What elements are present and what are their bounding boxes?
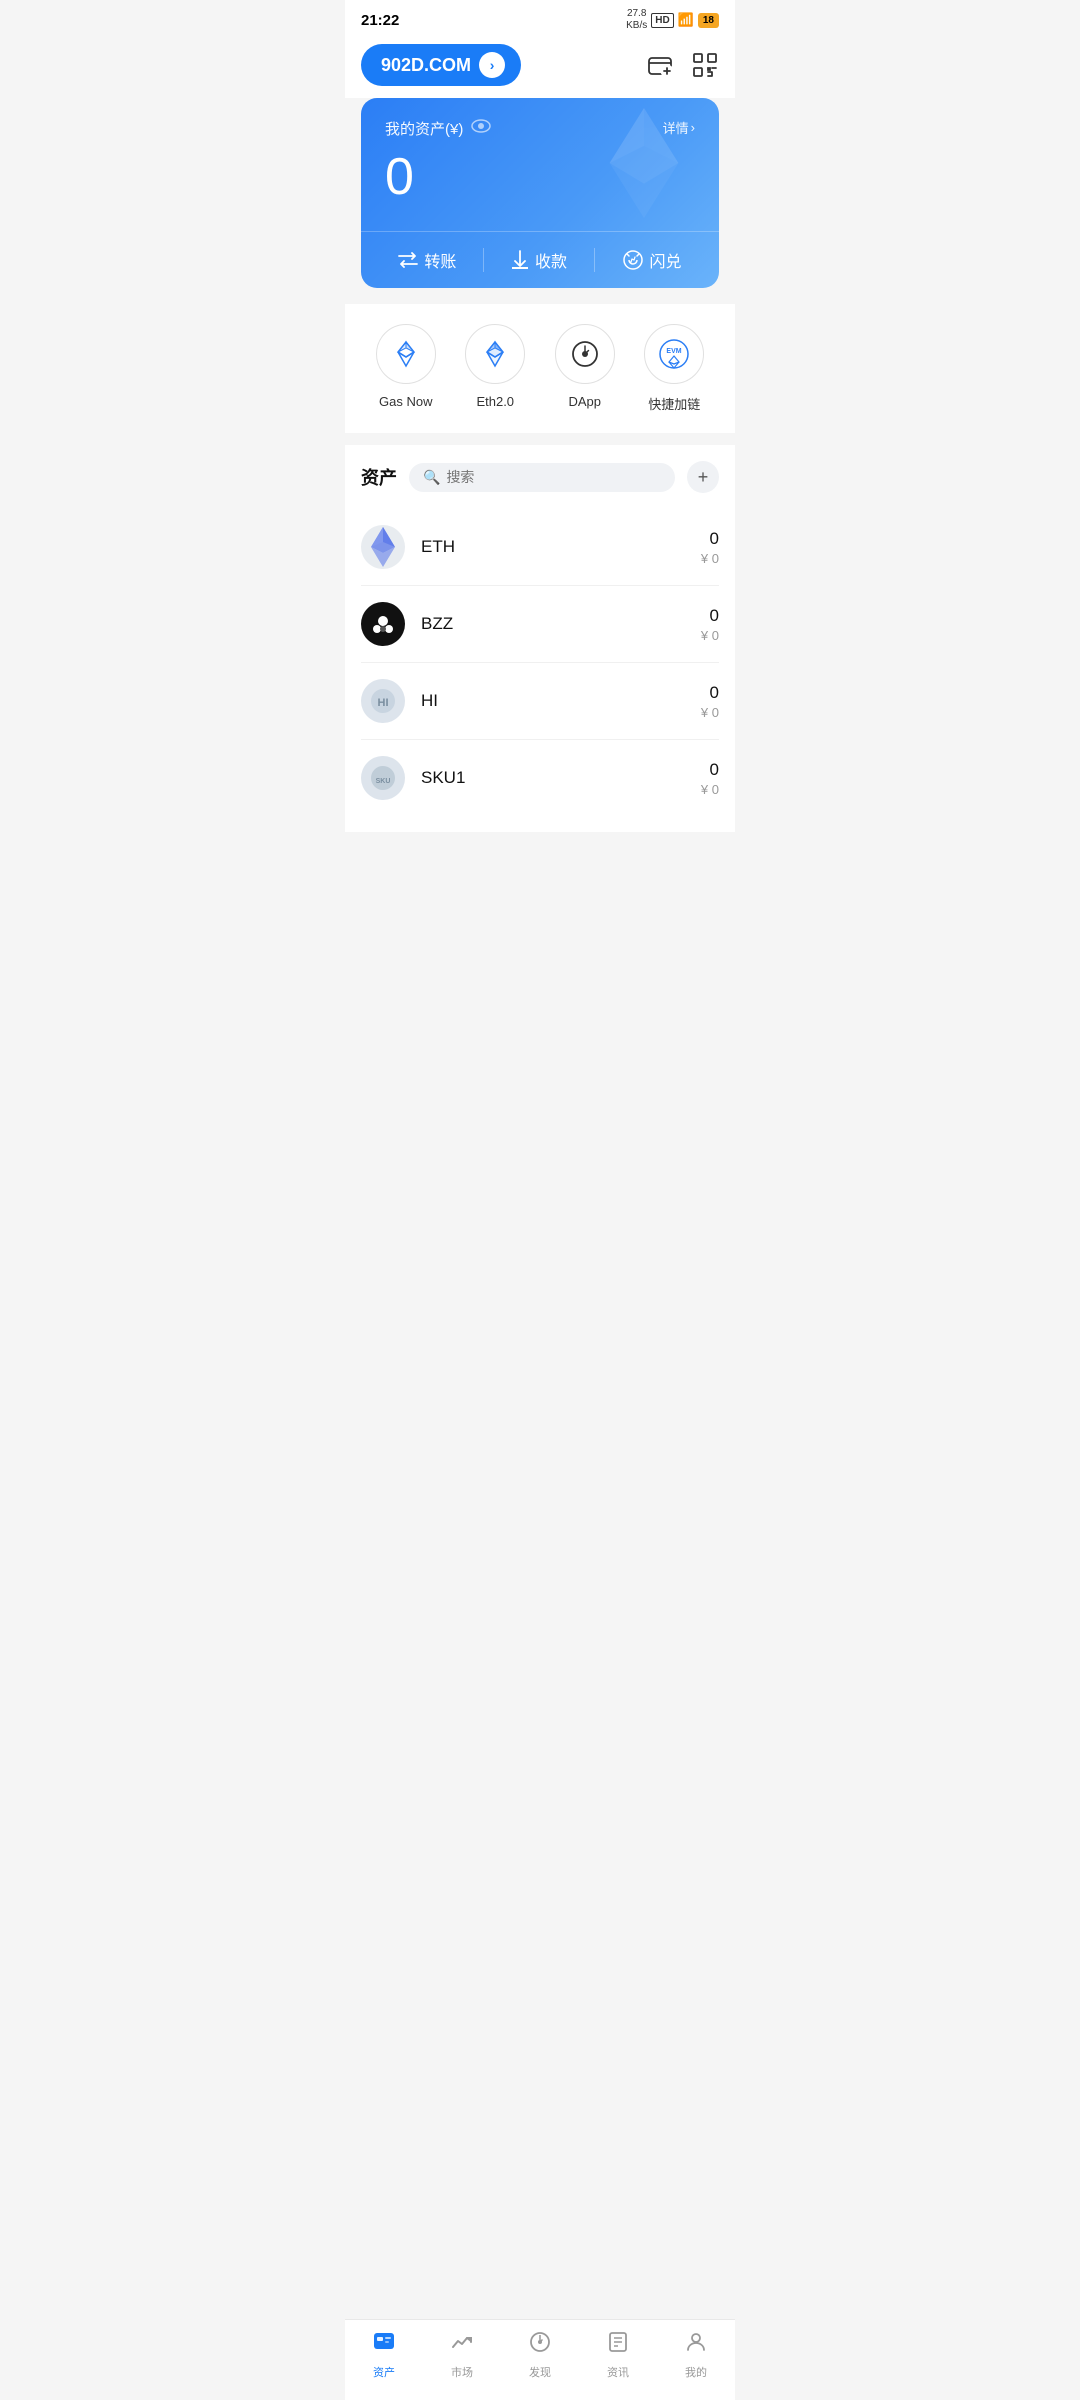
market-nav-icon [450, 2330, 474, 2360]
eth2-icon [479, 338, 511, 370]
hi-coin-icon: HI [361, 679, 405, 723]
discover-nav-label: 发现 [529, 2364, 551, 2380]
dapp-icon [569, 338, 601, 370]
asset-item-hi[interactable]: HI HI 0 ¥ 0 [361, 663, 719, 740]
quick-item-gas-now[interactable]: Gas Now [376, 324, 436, 413]
nav-item-mine[interactable]: 我的 [666, 2330, 726, 2380]
quick-item-eth2[interactable]: Eth2.0 [465, 324, 525, 413]
scan-icon[interactable] [691, 51, 719, 79]
battery-icon: 18 [698, 13, 719, 28]
eth-coin-name: ETH [421, 537, 701, 557]
brand-pill[interactable]: 902D.COM › [361, 44, 521, 86]
nav-item-market[interactable]: 市场 [432, 2330, 492, 2380]
mine-nav-icon [684, 2330, 708, 2360]
asset-item-sku1[interactable]: SKU SKU1 0 ¥ 0 [361, 740, 719, 816]
mine-nav-label: 我的 [685, 2364, 707, 2380]
signal-icon: 📶 [678, 12, 694, 28]
eth2-label: Eth2.0 [476, 394, 514, 409]
status-bar: 21:22 27.8 KB/s HD 📶 18 [345, 0, 735, 36]
gas-now-label: Gas Now [379, 394, 432, 409]
dapp-label: DApp [568, 394, 601, 409]
asset-actions: 转账 收款 闪兑 [361, 231, 719, 288]
status-time: 21:22 [361, 12, 399, 29]
news-nav-label: 资讯 [607, 2364, 629, 2380]
eye-icon[interactable] [471, 119, 491, 138]
svg-text:EVM: EVM [667, 348, 682, 355]
search-icon: 🔍 [423, 469, 440, 486]
header: 902D.COM › [345, 36, 735, 98]
brand-arrow: › [479, 52, 505, 78]
add-asset-button[interactable]: + [687, 461, 719, 493]
evm-chain-label: 快捷加链 [648, 394, 700, 413]
hi-coin-balance: 0 ¥ 0 [701, 683, 719, 720]
asset-item-bzz[interactable]: BZZ 0 ¥ 0 [361, 586, 719, 663]
assets-nav-icon [372, 2330, 396, 2360]
flash-action[interactable]: 闪兑 [622, 248, 682, 272]
hd-badge: HD [651, 13, 673, 28]
assets-title: 资产 [361, 464, 397, 490]
transfer-icon [398, 251, 418, 269]
sku1-coin-name: SKU1 [421, 768, 701, 788]
status-icons: 27.8 KB/s HD 📶 18 [626, 8, 719, 32]
hi-coin-name: HI [421, 691, 701, 711]
evm-chain-icon-circle: EVM [644, 324, 704, 384]
news-nav-icon [606, 2330, 630, 2360]
bottom-nav: 资产 市场 发现 [345, 2319, 735, 2400]
asset-label: 我的资产(¥) [385, 118, 491, 139]
eth-coin-icon [361, 525, 405, 569]
bzz-coin-balance: 0 ¥ 0 [701, 606, 719, 643]
action-divider-1 [483, 248, 484, 272]
bzz-coin-name: BZZ [421, 614, 701, 634]
detail-link[interactable]: 详情 › [663, 118, 695, 137]
quick-item-dapp[interactable]: DApp [555, 324, 615, 413]
header-icons [647, 51, 719, 79]
discover-nav-icon [528, 2330, 552, 2360]
assets-header: 资产 🔍 + [361, 461, 719, 493]
hi-coin-svg: HI [369, 687, 397, 715]
assets-section: 资产 🔍 + ETH 0 ¥ 0 [345, 445, 735, 832]
eth-coin-svg [369, 525, 397, 569]
search-bar[interactable]: 🔍 [409, 463, 675, 492]
gas-now-icon [390, 338, 422, 370]
receive-icon [511, 250, 529, 270]
search-input[interactable] [446, 469, 661, 485]
asset-item-eth[interactable]: ETH 0 ¥ 0 [361, 509, 719, 586]
market-nav-label: 市场 [451, 2364, 473, 2380]
status-speed: 27.8 KB/s [626, 8, 647, 32]
nav-item-discover[interactable]: 发现 [510, 2330, 570, 2380]
eth2-icon-circle [465, 324, 525, 384]
flash-icon [622, 250, 644, 270]
bzz-coin-svg [368, 609, 398, 639]
brand-text: 902D.COM [381, 55, 471, 76]
assets-nav-label: 资产 [373, 2364, 395, 2380]
sku1-coin-balance: 0 ¥ 0 [701, 760, 719, 797]
nav-item-news[interactable]: 资讯 [588, 2330, 648, 2380]
asset-card: 我的资产(¥) 详情 › 0 转账 [361, 98, 719, 288]
sku1-coin-icon: SKU [361, 756, 405, 800]
nav-item-assets[interactable]: 资产 [354, 2330, 414, 2380]
evm-chain-icon: EVM [657, 337, 691, 371]
quick-item-evm-chain[interactable]: EVM 快捷加链 [644, 324, 704, 413]
quick-menu: Gas Now Eth2.0 [345, 304, 735, 433]
action-divider-2 [594, 248, 595, 272]
receive-action[interactable]: 收款 [511, 248, 567, 272]
gas-now-icon-circle [376, 324, 436, 384]
wallet-add-icon[interactable] [647, 51, 675, 79]
transfer-action[interactable]: 转账 [398, 248, 456, 272]
svg-text:HI: HI [378, 697, 389, 709]
svg-text:SKU: SKU [376, 778, 391, 785]
bzz-coin-icon [361, 602, 405, 646]
eth-coin-balance: 0 ¥ 0 [701, 529, 719, 566]
sku1-coin-svg: SKU [369, 764, 397, 792]
dapp-icon-circle [555, 324, 615, 384]
